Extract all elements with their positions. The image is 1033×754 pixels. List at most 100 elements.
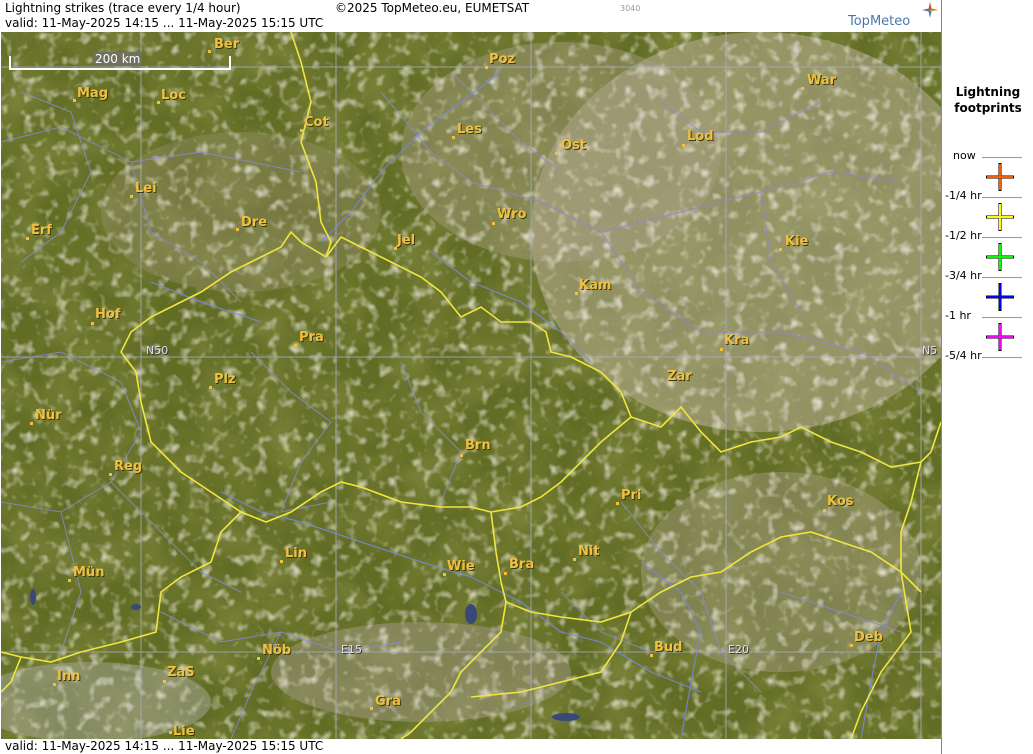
- city-dot: [236, 228, 239, 231]
- city-label-mag: Mag: [77, 86, 109, 101]
- city-label-lin: Lin: [285, 546, 307, 561]
- city-label-wro: Wro: [497, 207, 527, 222]
- city-label-bud: Bud: [654, 640, 683, 655]
- city-dot: [370, 707, 373, 710]
- city-label-nit: Nit: [578, 544, 600, 559]
- city-label-plz: Plz: [214, 372, 236, 387]
- legend-divider: [982, 357, 1022, 358]
- city-label-nur: Nür: [35, 408, 62, 423]
- city-dot: [209, 386, 212, 389]
- city-label-les: Les: [457, 122, 482, 137]
- legend-title-line1: Lightning: [955, 85, 1021, 99]
- city-dot: [163, 680, 166, 683]
- city-label-lie: Lie: [173, 724, 195, 739]
- city-dot: [169, 731, 172, 734]
- grid-label-n50-right: N5: [922, 344, 938, 357]
- legend-label-45min: -3/4 hr: [945, 269, 982, 282]
- city-dot: [68, 579, 71, 582]
- city-dot: [504, 572, 507, 575]
- city-label-zar: Zar: [667, 369, 692, 384]
- city-label-bra: Bra: [509, 557, 535, 572]
- lightning-cross-icon-15min: [986, 163, 1014, 191]
- legend-divider: [982, 277, 1022, 278]
- city-label-war: War: [807, 73, 837, 88]
- city-dot: [73, 99, 76, 102]
- city-label-erf: Erf: [31, 223, 52, 238]
- map-header: Lightning strikes (trace every 1/4 hour)…: [0, 0, 941, 32]
- city-dot: [555, 152, 558, 155]
- legend-divider: [982, 157, 1022, 158]
- city-label-pra: Pra: [299, 330, 324, 345]
- map-footer: valid: 11-May-2025 14:15 ... 11-May-2025…: [0, 739, 941, 754]
- copyright-text: ©2025 TopMeteo.eu, EUMETSAT: [335, 1, 530, 15]
- city-label-hof: Hof: [95, 307, 121, 322]
- legend-divider: [982, 317, 1022, 318]
- city-dot: [823, 509, 826, 512]
- legend-label-75min: -5/4 hr: [945, 349, 982, 362]
- city-label-kie: Kie: [785, 234, 809, 249]
- city-label-deb: Deb: [854, 630, 883, 645]
- legend-title: Lightning footprints: [942, 84, 1033, 116]
- city-label-wie: Wie: [447, 559, 475, 574]
- city-dot: [460, 454, 463, 457]
- city-dot: [257, 657, 260, 660]
- city-dot: [280, 560, 283, 563]
- city-dot: [26, 237, 29, 240]
- grid-label-e20: E20: [728, 643, 749, 656]
- city-dot: [30, 422, 33, 425]
- satellite-map[interactable]: 200 km N50 N5 E15 E20 Ber Poz War Mag Lo…: [1, 32, 941, 739]
- legend-title-line2: footprints: [954, 101, 1022, 115]
- map-code: 3040: [620, 4, 641, 13]
- legend-panel: Lightning footprints now -1/4 hr -1/2 hr…: [941, 0, 1033, 754]
- city-dot: [443, 573, 446, 576]
- city-dot: [575, 292, 578, 295]
- city-dot: [650, 654, 653, 657]
- city-dot: [157, 101, 160, 104]
- city-dot: [300, 129, 303, 132]
- city-dot: [616, 502, 619, 505]
- city-label-lod: Lod: [687, 129, 714, 144]
- city-dot: [850, 644, 853, 647]
- city-dot: [573, 558, 576, 561]
- city-label-reg: Reg: [114, 459, 143, 474]
- city-dot: [779, 248, 782, 251]
- city-dot: [720, 348, 723, 351]
- city-label-jel: Jel: [397, 233, 416, 248]
- valid-time-top: valid: 11-May-2025 14:15 ... 11-May-2025…: [5, 16, 324, 30]
- city-dot: [130, 195, 133, 198]
- map-title: Lightning strikes (trace every 1/4 hour): [5, 1, 241, 15]
- city-label-ost: Ost: [561, 138, 587, 153]
- city-dot: [492, 222, 495, 225]
- legend-label-now: now: [953, 149, 976, 162]
- city-label-loc: Loc: [161, 88, 186, 103]
- legend-divider: [982, 237, 1022, 238]
- scale-label: 200 km: [93, 52, 143, 66]
- city-label-dre: Dre: [241, 215, 268, 230]
- city-label-kra: Kra: [724, 333, 750, 348]
- city-dot: [53, 683, 56, 686]
- legend-label-60min: -1 hr: [945, 309, 971, 322]
- city-dot: [208, 50, 211, 53]
- lightning-cross-icon-75min: [986, 323, 1014, 351]
- lightning-cross-icon-60min: [986, 283, 1014, 311]
- legend-divider: [982, 197, 1022, 198]
- city-dot: [801, 87, 804, 90]
- lightning-cross-icon-30min: [986, 203, 1014, 231]
- city-dot: [682, 144, 685, 147]
- topmeteo-logo: TopMeteo: [848, 14, 911, 29]
- legend-label-30min: -1/2 hr: [945, 229, 982, 242]
- lightning-cross-icon-45min: [986, 243, 1014, 271]
- city-label-kam: Kam: [579, 278, 612, 293]
- map-graphics: [1, 32, 941, 739]
- grid-label-e15: E15: [341, 643, 362, 656]
- city-dot: [109, 473, 112, 476]
- city-dot: [485, 66, 488, 69]
- city-dot: [452, 136, 455, 139]
- city-label-mun: Mün: [73, 565, 105, 580]
- city-label-ber: Ber: [214, 37, 240, 52]
- valid-time-bottom: valid: 11-May-2025 14:15 ... 11-May-2025…: [5, 739, 324, 753]
- city-label-zas: ZaS: [167, 665, 195, 680]
- city-label-kos: Kos: [827, 494, 854, 509]
- compass-star-icon: [922, 2, 938, 18]
- legend-label-15min: -1/4 hr: [945, 189, 982, 202]
